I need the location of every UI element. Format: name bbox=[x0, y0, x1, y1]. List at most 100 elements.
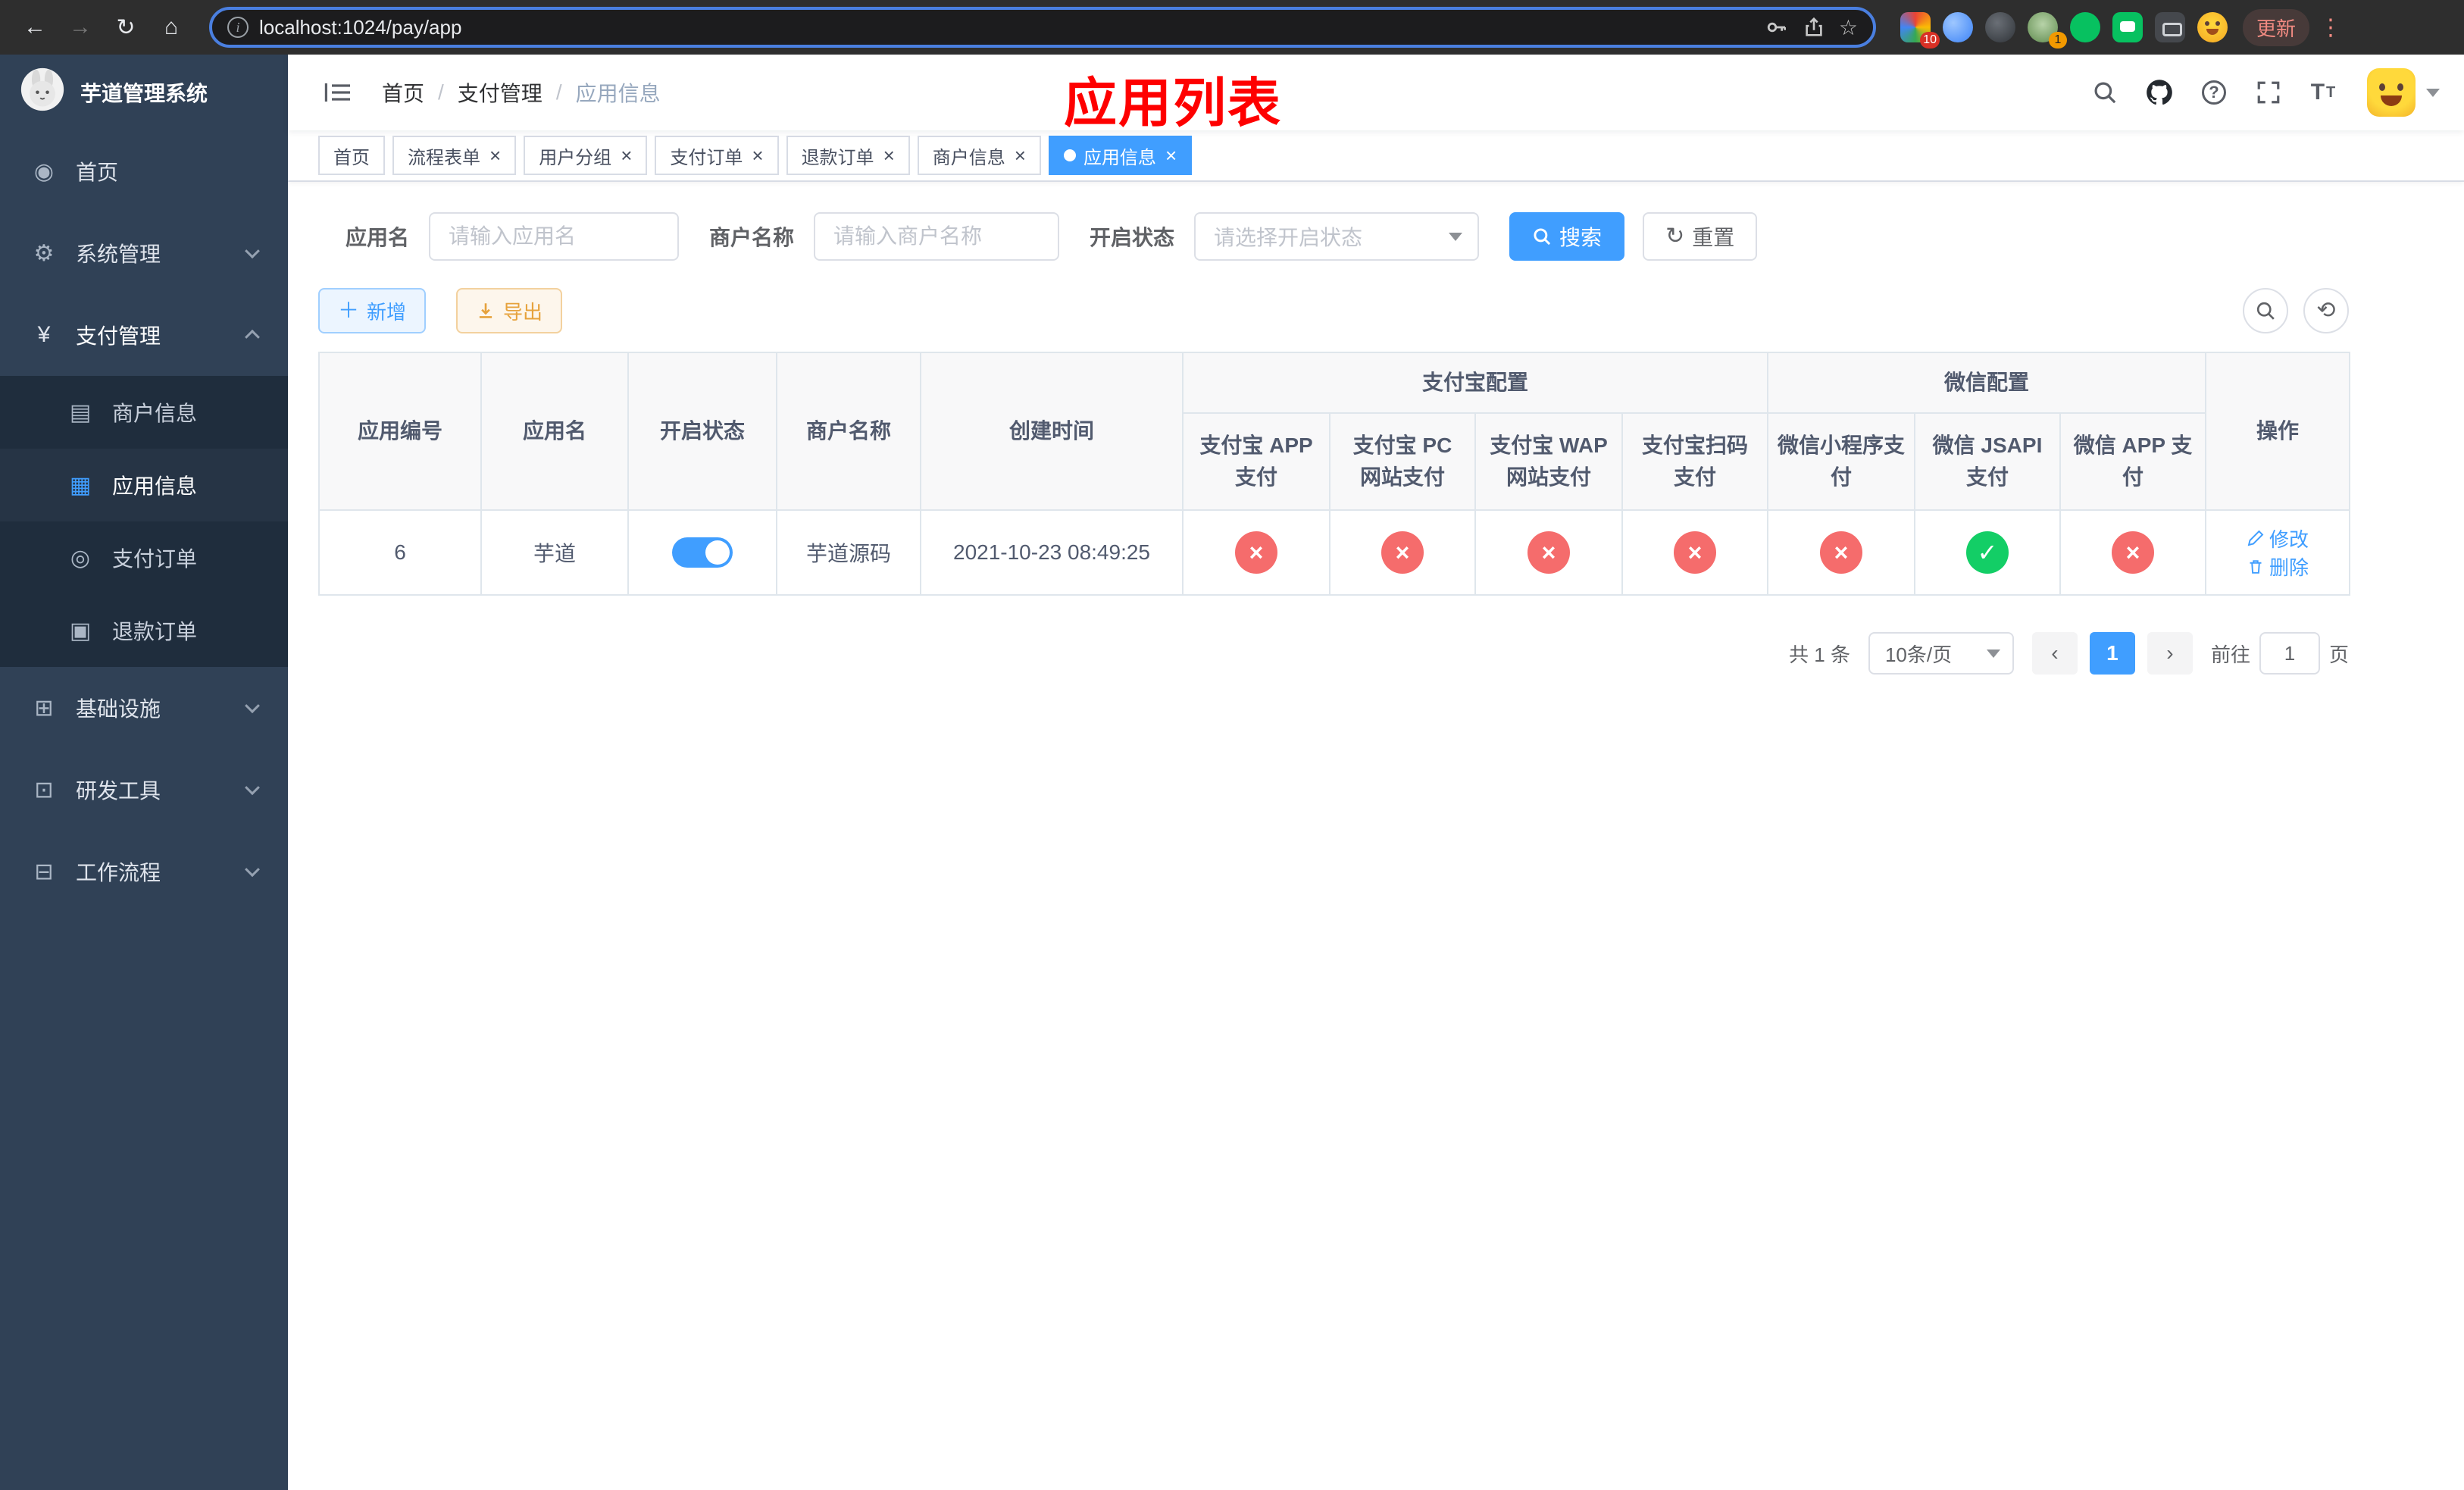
col-alipay-qr: 支付宝扫码支付 bbox=[1621, 412, 1769, 511]
refresh-icon: ↻ bbox=[1665, 224, 1685, 249]
status-label: 开启状态 bbox=[1090, 226, 1175, 249]
share-icon[interactable] bbox=[1803, 16, 1825, 39]
devtools-icon: ⊡ bbox=[34, 777, 54, 803]
back-icon[interactable]: ← bbox=[15, 8, 55, 47]
help-icon[interactable]: ? bbox=[2191, 70, 2237, 115]
reload-icon[interactable]: ↻ bbox=[106, 8, 145, 47]
url-bar[interactable]: i localhost:1024/pay/app ☆ bbox=[209, 7, 1876, 48]
app-grid-icon: ▦ bbox=[69, 472, 92, 498]
sidebar-item-label: 支付管理 bbox=[76, 324, 161, 348]
gear-icon: ⚙ bbox=[33, 240, 55, 266]
extension-icon-dark[interactable] bbox=[1985, 12, 2015, 42]
dashboard-icon: ◉ bbox=[33, 158, 55, 184]
browser-update-button[interactable]: 更新 bbox=[2243, 8, 2310, 46]
search-icon[interactable] bbox=[2082, 70, 2128, 115]
merchant-name-label: 商户名称 bbox=[709, 226, 795, 249]
tab-home[interactable]: 首页 bbox=[318, 136, 385, 175]
merchant-name-input[interactable] bbox=[814, 212, 1060, 261]
close-icon[interactable]: × bbox=[489, 146, 501, 165]
page-size-select[interactable]: 10条/页 bbox=[1868, 632, 2014, 675]
tab-refund-order[interactable]: 退款订单 × bbox=[786, 136, 910, 175]
breadcrumb-home[interactable]: 首页 bbox=[382, 77, 424, 108]
merchant-card-icon: ▤ bbox=[69, 399, 92, 425]
chevron-down-icon bbox=[245, 698, 260, 714]
goto-page-input[interactable] bbox=[2259, 632, 2320, 675]
github-icon[interactable] bbox=[2137, 70, 2182, 115]
toggle-search-button[interactable] bbox=[2243, 288, 2288, 333]
col-wx-app: 微信 APP 支付 bbox=[2059, 412, 2207, 511]
chevron-up-icon bbox=[245, 329, 260, 345]
app-name-label: 应用名 bbox=[346, 226, 410, 249]
extension-icon-blue[interactable] bbox=[1943, 12, 1973, 42]
col-alipay-app: 支付宝 APP 支付 bbox=[1182, 412, 1330, 511]
app-name-input[interactable] bbox=[429, 212, 680, 261]
close-icon[interactable]: × bbox=[1015, 146, 1026, 165]
sidebar-item-pay-order[interactable]: ◎ 支付订单 bbox=[0, 521, 288, 594]
font-size-icon[interactable]: TT bbox=[2300, 70, 2346, 115]
status-select[interactable]: 请选择开启状态 bbox=[1194, 212, 1480, 261]
edit-button[interactable]: 修改 bbox=[2247, 524, 2309, 552]
sidebar-item-label: 首页 bbox=[76, 161, 119, 184]
tab-pay-order[interactable]: 支付订单 × bbox=[655, 136, 779, 175]
breadcrumb-current: 应用信息 bbox=[575, 82, 661, 105]
close-icon[interactable]: × bbox=[883, 146, 895, 165]
close-icon[interactable]: × bbox=[621, 146, 632, 165]
sidebar-item-merchant-info[interactable]: ▤ 商户信息 bbox=[0, 376, 288, 449]
sidebar-item-refund-order[interactable]: ▣ 退款订单 bbox=[0, 594, 288, 667]
export-button[interactable]: 导出 bbox=[456, 288, 563, 333]
sidebar-item-devtools[interactable]: ⊡ 研发工具 bbox=[0, 749, 288, 831]
cell-actions: 修改 删除 bbox=[2205, 509, 2351, 596]
url-text[interactable]: localhost:1024/pay/app bbox=[259, 16, 1754, 39]
user-menu[interactable] bbox=[2367, 68, 2440, 117]
home-icon[interactable]: ⌂ bbox=[152, 8, 191, 47]
key-icon[interactable] bbox=[1765, 15, 1789, 39]
col-actions: 操作 bbox=[2205, 352, 2351, 511]
site-info-icon[interactable]: i bbox=[227, 17, 249, 38]
sidebar-item-system[interactable]: ⚙ 系统管理 bbox=[0, 212, 288, 294]
chevron-down-icon bbox=[245, 243, 260, 259]
extension-icon-green-square[interactable] bbox=[2112, 12, 2143, 42]
forward-icon[interactable]: → bbox=[61, 8, 100, 47]
chevron-down-icon bbox=[245, 862, 260, 878]
app-logo-row[interactable]: 芋道管理系统 bbox=[0, 55, 288, 130]
page-1-button[interactable]: 1 bbox=[2089, 632, 2135, 675]
delete-button[interactable]: 删除 bbox=[2247, 552, 2309, 581]
status-toggle[interactable] bbox=[672, 537, 733, 568]
refresh-table-button[interactable]: ⟲ bbox=[2303, 288, 2349, 333]
sidebar-item-infrastructure[interactable]: ⊞ 基础设施 bbox=[0, 667, 288, 749]
caret-down-icon bbox=[1986, 649, 2000, 658]
next-page-button[interactable]: › bbox=[2147, 632, 2193, 675]
tab-app-info[interactable]: 应用信息 × bbox=[1048, 136, 1193, 175]
extension-icon-avatar[interactable]: 1 bbox=[2028, 12, 2067, 49]
extensions-area: 10 1 bbox=[1900, 12, 2228, 49]
extension-icon-green-circle[interactable] bbox=[2070, 12, 2100, 42]
col-created: 创建时间 bbox=[920, 352, 1184, 511]
search-button[interactable]: 搜索 bbox=[1509, 212, 1625, 261]
sidebar-item-workflow[interactable]: ⊟ 工作流程 bbox=[0, 831, 288, 912]
sidebar: 芋道管理系统 ◉ 首页 ⚙ 系统管理 ¥ 支付管理 ▤ 商户信息 ▦ 应用信息 bbox=[0, 55, 288, 1490]
breadcrumb-separator: / bbox=[438, 80, 444, 104]
prev-page-button[interactable]: ‹ bbox=[2031, 632, 2078, 675]
caret-down-icon bbox=[2426, 88, 2440, 97]
close-icon[interactable]: × bbox=[1165, 146, 1177, 165]
sidebar-item-home[interactable]: ◉ 首页 bbox=[0, 130, 288, 212]
chevron-down-icon bbox=[245, 780, 260, 796]
reset-button[interactable]: ↻ 重置 bbox=[1643, 212, 1758, 261]
hamburger-icon[interactable] bbox=[321, 76, 355, 109]
browser-menu-icon[interactable]: ⋮ bbox=[2315, 14, 2346, 41]
tab-process-form[interactable]: 流程表单 × bbox=[392, 136, 517, 175]
sidebar-item-payment[interactable]: ¥ 支付管理 bbox=[0, 294, 288, 376]
fullscreen-icon[interactable] bbox=[2246, 70, 2291, 115]
breadcrumb-payment[interactable]: 支付管理 bbox=[458, 77, 543, 108]
tab-merchant-info[interactable]: 商户信息 × bbox=[917, 136, 1041, 175]
add-button[interactable]: ＋ 新增 bbox=[318, 288, 427, 333]
extension-icon-emoji[interactable] bbox=[2197, 12, 2228, 42]
extension-icon-colorful[interactable]: 10 bbox=[1900, 12, 1940, 49]
extension-icon-dark-square[interactable] bbox=[2155, 12, 2185, 42]
close-icon[interactable]: × bbox=[752, 146, 763, 165]
cell-app-name: 芋道 bbox=[480, 509, 629, 596]
bookmark-star-icon[interactable]: ☆ bbox=[1839, 15, 1858, 40]
status-badge-alipay-qr: × bbox=[1674, 531, 1716, 574]
tab-user-group[interactable]: 用户分组 × bbox=[524, 136, 648, 175]
sidebar-item-app-info[interactable]: ▦ 应用信息 bbox=[0, 449, 288, 521]
